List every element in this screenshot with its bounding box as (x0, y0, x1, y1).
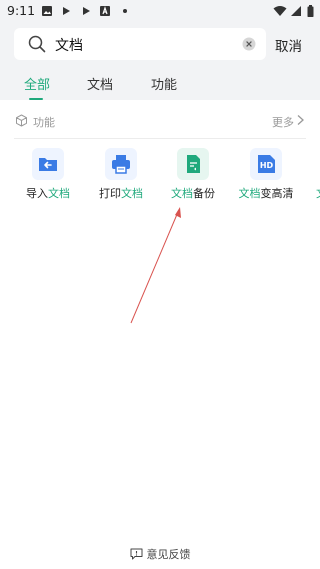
wifi-icon (273, 6, 287, 16)
tab-bar: 全部 文档 功能 (0, 74, 320, 100)
cancel-button[interactable]: 取消 (275, 35, 302, 55)
feature-label: 打印文档 (99, 187, 143, 200)
tab-documents[interactable]: 文档 (87, 74, 113, 93)
search-icon (28, 35, 46, 53)
more-link[interactable]: 更多 (272, 114, 294, 130)
divider (14, 138, 306, 139)
feature-label-partial: 文 (316, 185, 320, 201)
feature-print-document[interactable]: 打印文档 (86, 148, 156, 204)
search-query: 文档 (55, 38, 83, 54)
feature-partial[interactable]: 文 (300, 148, 320, 204)
battery-icon (307, 5, 314, 17)
search-input[interactable]: 文档 (14, 28, 266, 60)
play-notification-icon (63, 7, 70, 15)
play-notification-icon-2 (83, 7, 90, 15)
feature-document-hd[interactable]: HD 文档变高清 (231, 148, 301, 204)
feedback-icon (130, 548, 142, 560)
status-time: 9:11 (7, 3, 36, 18)
feature-backup-document[interactable]: 文档备份 (158, 148, 228, 204)
font-notification-icon (100, 6, 110, 16)
backup-doc-icon (177, 148, 209, 180)
functions-section-header: 功能 更多 (0, 106, 320, 136)
section-title: 功能 (33, 116, 55, 129)
feedback-label: 意见反馈 (146, 548, 191, 561)
chevron-right-icon[interactable] (296, 114, 305, 126)
status-bar: 9:11 (0, 0, 320, 22)
clear-icon[interactable] (242, 37, 256, 51)
feedback-button[interactable]: 意见反馈 (0, 543, 320, 561)
image-notification-icon (42, 6, 52, 16)
feature-label: 导入文档 (26, 187, 70, 200)
active-tab-indicator (29, 98, 43, 100)
import-icon (32, 148, 64, 180)
printer-icon (105, 148, 137, 180)
feature-label: 文档备份 (171, 187, 215, 200)
notification-dot (123, 9, 127, 13)
signal-icon (291, 6, 301, 16)
feature-import-document[interactable]: 导入文档 (13, 148, 83, 204)
svg-text:HD: HD (260, 161, 274, 170)
feature-label: 文档变高清 (238, 187, 294, 200)
tab-all[interactable]: 全部 (24, 74, 50, 93)
cube-icon (16, 114, 27, 127)
hd-icon: HD (250, 148, 282, 180)
tab-functions[interactable]: 功能 (151, 74, 177, 93)
